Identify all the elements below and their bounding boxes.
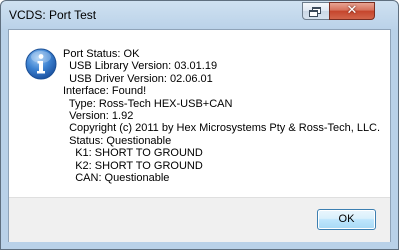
close-icon: ✕ (346, 3, 358, 18)
message-line: Interface: Found! (63, 85, 147, 98)
restore-icon-back (309, 10, 318, 17)
message-line: USB Library Version: 03.01.19 (63, 60, 218, 73)
close-button[interactable]: ✕ (329, 2, 375, 20)
restore-button[interactable] (302, 2, 330, 20)
info-icon (25, 48, 57, 80)
message-line: Version: 1.92 (63, 109, 134, 122)
message-line: Type: Ross-Tech HEX-USB+CAN (63, 97, 233, 110)
message-line: K2: SHORT TO GROUND (63, 159, 203, 172)
message-line: Copyright (c) 2011 by Hex Microsystems P… (63, 122, 381, 135)
message-text: Port Status: OK USB Library Version: 03.… (63, 48, 380, 184)
button-bar: OK (9, 197, 390, 242)
dialog-window: VCDS: Port Test ✕ Port Status: OK USB Li… (0, 0, 399, 250)
title-bar[interactable]: VCDS: Port Test ✕ (1, 1, 398, 29)
message-area: Port Status: OK USB Library Version: 03.… (9, 30, 390, 197)
message-line: USB Driver Version: 02.06.01 (63, 72, 213, 85)
ok-button[interactable]: OK (317, 209, 376, 230)
dialog-body: Port Status: OK USB Library Version: 03.… (8, 29, 391, 242)
message-line: Status: Questionable (63, 134, 172, 147)
message-line: CAN: Questionable (63, 171, 170, 184)
message-line: Port Status: OK (63, 48, 140, 60)
message-line: K1: SHORT TO GROUND (63, 147, 203, 160)
window-title: VCDS: Port Test (9, 8, 97, 22)
